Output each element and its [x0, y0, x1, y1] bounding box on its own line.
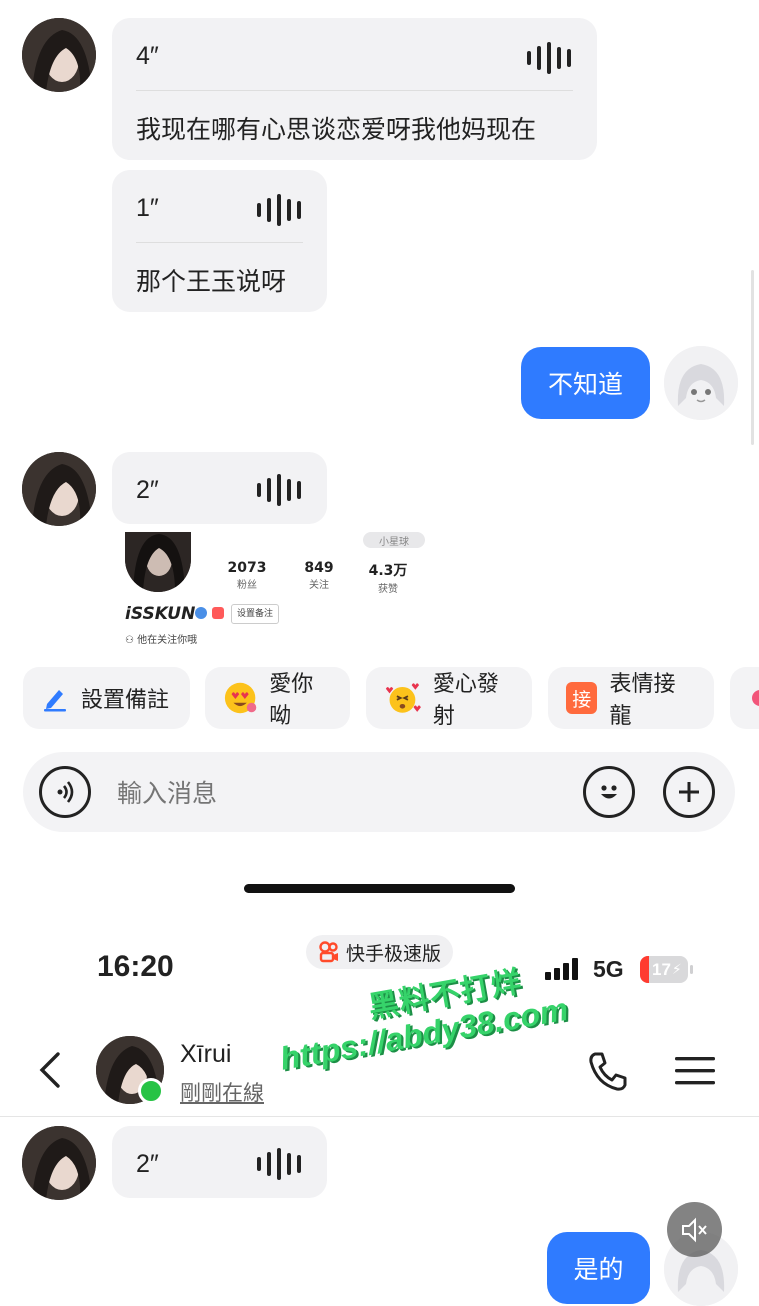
- badge-icon: [212, 607, 224, 619]
- app-badge-label: 快手极速版: [346, 942, 442, 965]
- contact-avatar[interactable]: [22, 1126, 96, 1200]
- fans-label: 粉丝: [237, 580, 257, 591]
- charging-bolt-icon: ⚡: [671, 961, 682, 978]
- planet-tag: 小星球: [363, 532, 425, 548]
- watermark-line2: https://abdy38.com: [277, 990, 571, 1077]
- kuaishou-icon: [319, 941, 338, 963]
- message-text: 不知道: [547, 370, 623, 399]
- profile-username: iSSKUN: [125, 604, 196, 624]
- shared-profile-card[interactable]: 小星球 2073 粉丝 849 关注 4.3万 获赞 iSSKUN 设置备注 ⚇…: [115, 532, 445, 650]
- voice-message-bubble[interactable]: 1″ 那个王玉说呀: [112, 170, 327, 312]
- quick-action-set-remark[interactable]: 設置備註: [23, 667, 190, 729]
- back-button[interactable]: [36, 1050, 64, 1094]
- voice-duration: 2″: [136, 476, 159, 504]
- message-input[interactable]: [115, 772, 559, 814]
- voice-transcript: 我现在哪有心思谈恋爱呀我他妈现在: [136, 115, 537, 144]
- following-stat: 849 关注: [291, 560, 347, 591]
- voice-waveform-icon: [257, 194, 301, 226]
- person-icon: ⚇: [125, 635, 134, 646]
- my-avatar[interactable]: [664, 346, 738, 420]
- chain-icon: 接: [566, 682, 598, 714]
- fans-stat: 2073 粉丝: [219, 560, 275, 591]
- set-remark-button: 设置备注: [231, 604, 280, 624]
- menu-button[interactable]: [675, 1055, 715, 1091]
- quick-action-heart-launch[interactable]: 愛心發射: [366, 667, 532, 729]
- bubble-divider: [136, 242, 303, 243]
- hamburger-icon: [675, 1057, 715, 1085]
- voice-toggle-button[interactable]: [39, 766, 91, 818]
- chip-label: 設置備註: [81, 688, 170, 713]
- signal-icon: [545, 958, 578, 980]
- message-text: 是的: [573, 1255, 624, 1284]
- chip-label: 愛心發射: [432, 672, 499, 729]
- verified-icon: [195, 607, 207, 619]
- header-divider: [0, 1116, 759, 1117]
- app-badge[interactable]: 快手极速版: [306, 935, 454, 969]
- likes-value: 4.3万: [368, 563, 408, 579]
- call-button[interactable]: [587, 1050, 629, 1096]
- profile-avatar: [125, 532, 191, 592]
- heart-eyes-emoji-icon: [224, 682, 257, 714]
- sent-message-bubble[interactable]: 是的: [547, 1232, 650, 1304]
- quick-action-more[interactable]: [730, 667, 759, 729]
- quick-action-love-you[interactable]: 愛你呦: [205, 667, 350, 729]
- plus-icon: [679, 782, 699, 802]
- voice-transcript: 那个王玉说呀: [136, 267, 287, 296]
- likes-stat: 4.3万 获赞: [359, 560, 417, 595]
- voice-waveform-icon: [257, 474, 301, 506]
- quick-action-emoji-chain[interactable]: 接 表情接龍: [548, 667, 714, 729]
- follow-note-text: 他在关注你哦: [137, 635, 198, 646]
- online-indicator: [138, 1078, 164, 1104]
- bubble-divider: [136, 90, 573, 91]
- status-time: 16:20: [97, 950, 174, 983]
- contact-avatar[interactable]: [22, 18, 96, 92]
- phone-icon: [589, 1052, 627, 1091]
- voice-message-bubble[interactable]: 2″: [112, 1126, 327, 1198]
- add-button[interactable]: [663, 766, 715, 818]
- voice-duration: 2″: [136, 1150, 159, 1178]
- voice-icon: [57, 781, 74, 803]
- scrollbar[interactable]: [751, 270, 754, 445]
- voice-message-bubble[interactable]: 2″: [112, 452, 327, 524]
- voice-duration: 1″: [136, 194, 159, 222]
- mute-button[interactable]: [667, 1202, 722, 1257]
- voice-message-bubble[interactable]: 4″ 我现在哪有心思谈恋爱呀我他妈现在: [112, 18, 597, 160]
- battery-level: 17: [652, 959, 671, 979]
- home-indicator[interactable]: [244, 884, 515, 893]
- message-input-bar: [23, 752, 735, 832]
- contact-avatar[interactable]: [22, 452, 96, 526]
- online-status: 剛剛在線: [180, 1081, 264, 1105]
- voice-waveform-icon: [257, 1148, 301, 1180]
- battery-cap: [690, 965, 693, 974]
- voice-duration: 4″: [136, 42, 159, 70]
- following-label: 关注: [309, 580, 329, 591]
- network-label: 5G: [593, 956, 624, 982]
- chip-label: 愛你呦: [269, 672, 314, 729]
- follow-note: ⚇ 他在关注你哦: [125, 631, 197, 646]
- contact-name[interactable]: Xīrui: [180, 1040, 231, 1069]
- sent-message-bubble[interactable]: 不知道: [521, 347, 650, 419]
- emoji-button[interactable]: [583, 766, 635, 818]
- voice-waveform-icon: [527, 42, 571, 74]
- planet-tag-text: 小星球: [379, 536, 409, 548]
- pencil-icon: [44, 690, 66, 712]
- likes-label: 获赞: [378, 584, 398, 595]
- hearts-emoji-icon: [385, 683, 421, 713]
- flower-icon: [752, 690, 759, 706]
- speaker-muted-icon: [681, 1217, 707, 1242]
- following-value: 849: [304, 560, 334, 576]
- smiley-icon: [601, 785, 617, 799]
- battery-icon: 17 ⚡: [640, 956, 688, 983]
- chevron-left-icon: [39, 1052, 60, 1088]
- fans-value: 2073: [227, 560, 267, 576]
- chip-label: 表情接龍: [609, 672, 676, 729]
